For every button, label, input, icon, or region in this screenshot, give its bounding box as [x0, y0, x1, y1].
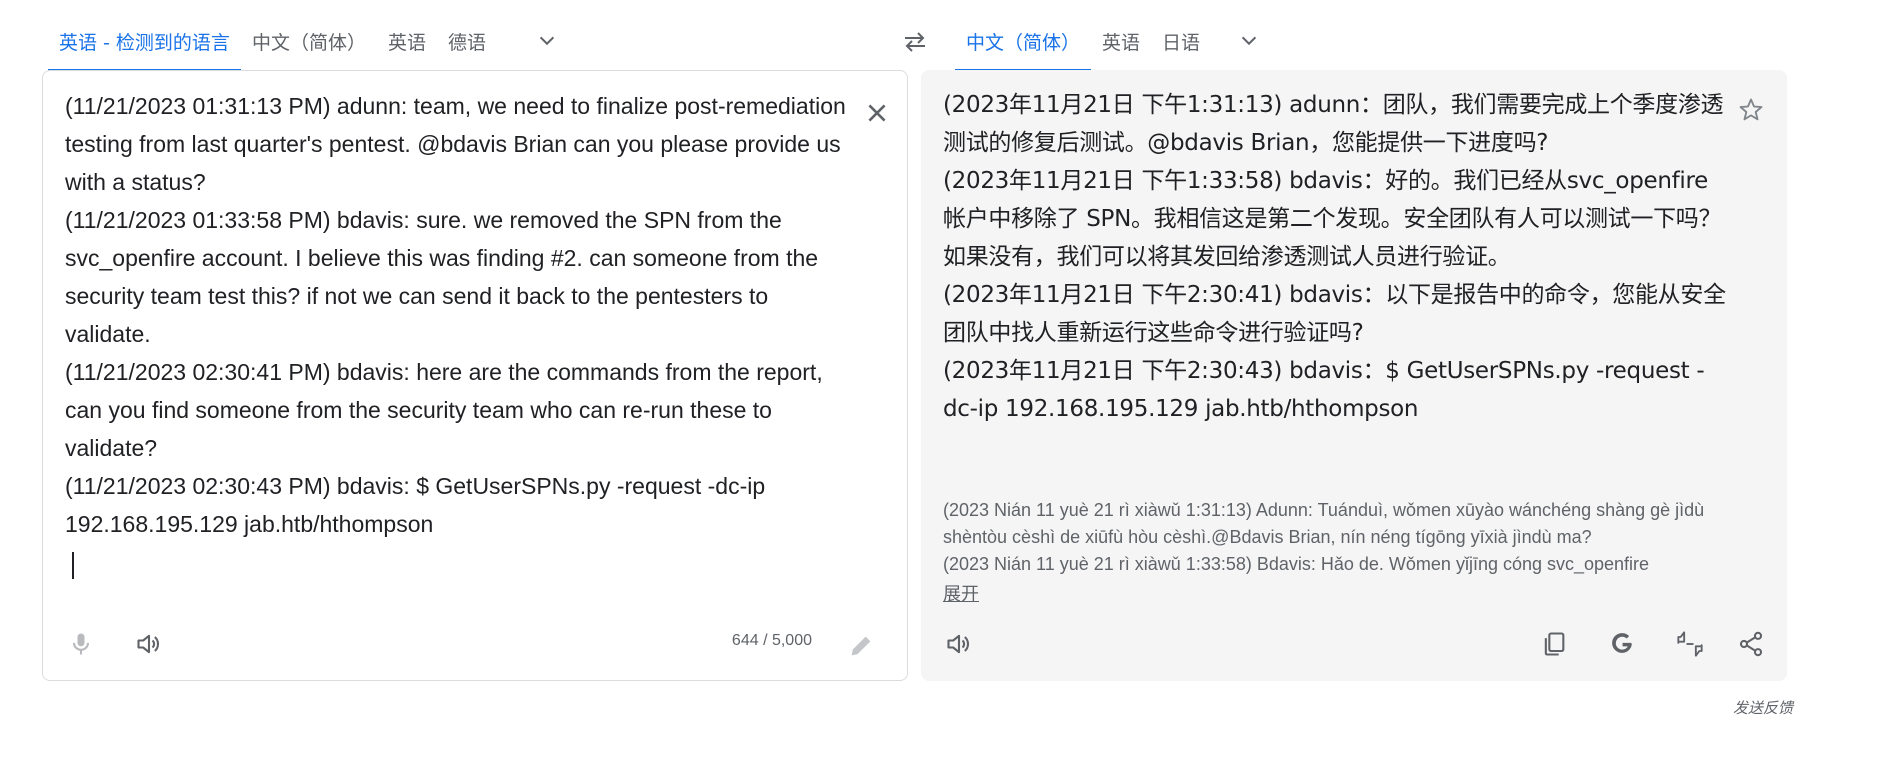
- source-tab-german[interactable]: 德语: [437, 13, 497, 69]
- source-language-bar: 英语 - 检测到的语言 中文（简体） 英语 德语: [48, 13, 575, 71]
- character-count: 644 / 5,000: [731, 632, 812, 649]
- target-language-bar: 中文（简体） 英语 日语: [955, 13, 1277, 71]
- chevron-down-icon: [1241, 36, 1257, 46]
- share-translation-button[interactable]: [1729, 622, 1773, 666]
- listen-translation-button[interactable]: [937, 622, 981, 666]
- pencil-icon: [851, 636, 871, 656]
- open-in-google-button[interactable]: [1600, 622, 1644, 666]
- target-tab-chinese-simplified[interactable]: 中文（简体）: [955, 13, 1092, 71]
- google-icon: [1612, 633, 1632, 653]
- voice-input-button[interactable]: [59, 622, 103, 666]
- copy-translation-button[interactable]: [1532, 622, 1576, 666]
- translation-panel: (2023年11月21日 下午1:31:13) adunn：团队，我们需要完成上…: [921, 70, 1787, 681]
- clear-source-button[interactable]: [855, 91, 899, 135]
- source-textarea[interactable]: (11/21/2023 01:31:13 PM) adunn: team, we…: [65, 87, 855, 543]
- source-tab-detected[interactable]: 英语 - 检测到的语言: [48, 13, 241, 71]
- close-icon: [868, 104, 886, 122]
- target-tab-japanese[interactable]: 日语: [1151, 13, 1211, 69]
- share-icon: [1739, 631, 1763, 657]
- target-tab-english[interactable]: 英语: [1091, 13, 1151, 69]
- source-tab-chinese-simplified[interactable]: 中文（简体）: [241, 13, 377, 69]
- source-text-panel: (11/21/2023 01:31:13 PM) adunn: team, we…: [42, 70, 908, 681]
- microphone-icon: [72, 633, 90, 655]
- source-footer: 644 / 5,000: [43, 602, 907, 680]
- star-icon: [1739, 98, 1763, 121]
- swap-languages-button[interactable]: [893, 20, 937, 64]
- speaker-icon: [137, 634, 159, 654]
- rate-translation-icon: [1677, 631, 1703, 657]
- text-caret: [72, 552, 74, 579]
- translate-page: 英语 - 检测到的语言 中文（简体） 英语 德语 中文（简体） 英语 日语 (1…: [0, 0, 1903, 758]
- copy-icon: [1544, 632, 1565, 656]
- swap-arrows-icon: [905, 32, 925, 52]
- translation-text: (2023年11月21日 下午1:31:13) adunn：团队，我们需要完成上…: [943, 92, 1726, 422]
- handwriting-button[interactable]: [839, 624, 883, 668]
- target-more-languages-button[interactable]: [1221, 13, 1277, 69]
- rate-translation-button[interactable]: [1668, 622, 1712, 666]
- source-more-languages-button[interactable]: [519, 13, 575, 69]
- save-translation-button[interactable]: [1729, 88, 1773, 132]
- source-tab-english[interactable]: 英语: [377, 13, 437, 69]
- expand-romanization-link[interactable]: 展开: [943, 580, 979, 606]
- send-feedback-link[interactable]: 发送反馈: [1733, 697, 1793, 718]
- romanization-text: (2023 Nián 11 yuè 21 rì xiàwǔ 1:31:13) A…: [943, 500, 1705, 574]
- chevron-down-icon: [539, 36, 555, 46]
- speaker-icon: [947, 634, 969, 654]
- listen-source-button[interactable]: [127, 622, 171, 666]
